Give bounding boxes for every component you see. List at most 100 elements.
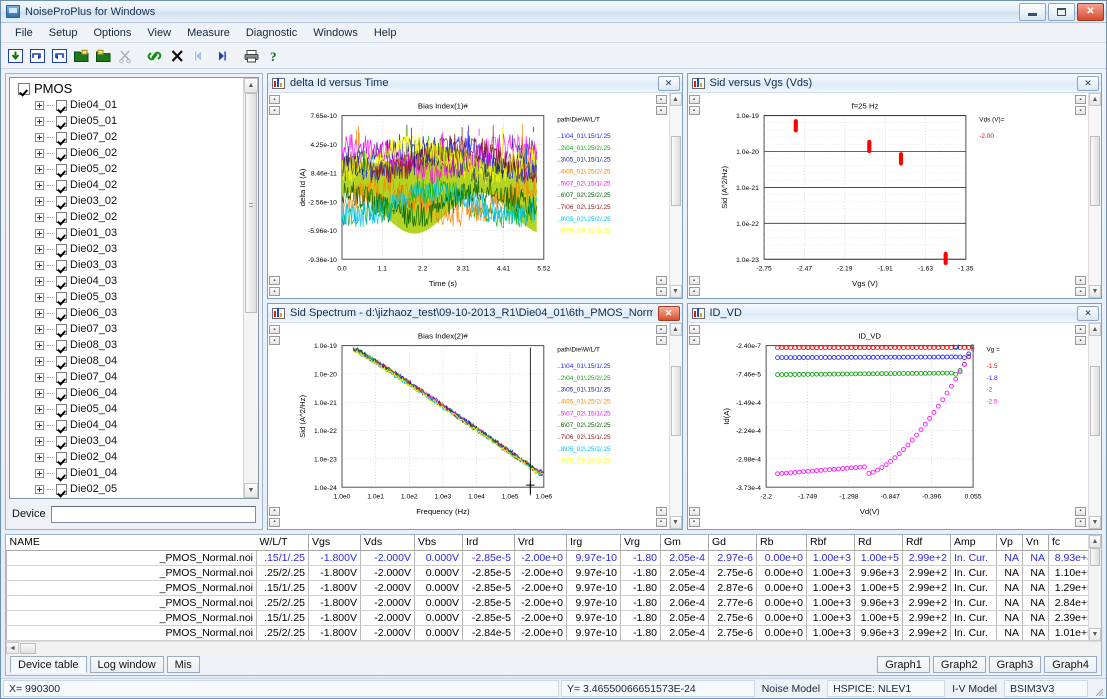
tree-item-die04_01[interactable]: Die04_01 xyxy=(13,97,243,113)
tab-device-table[interactable]: Device table xyxy=(10,656,87,673)
table-cell[interactable]: 1.01e+5 xyxy=(1049,626,1089,641)
table-col-fc[interactable]: fc xyxy=(1049,535,1089,551)
table-cell[interactable]: 1.00e+5 xyxy=(855,551,903,566)
tree-expander-icon[interactable] xyxy=(35,469,44,478)
chart3-close-button[interactable]: ✕ xyxy=(658,306,680,321)
table-cell[interactable]: -1.800V xyxy=(309,581,361,596)
table-cell[interactable]: -2.000V xyxy=(361,596,415,611)
table-cell[interactable]: -1.800V xyxy=(309,626,361,641)
table-cell[interactable]: 0.000V xyxy=(415,566,463,581)
chart2-scroll-up-icon[interactable]: ▲ xyxy=(1089,93,1101,106)
tree-item-checkbox[interactable] xyxy=(56,308,67,319)
table-col-vds[interactable]: Vds xyxy=(361,535,415,551)
chart2-vertical-scrollbar[interactable]: ▲ ▼ xyxy=(1088,93,1101,298)
table-cell[interactable]: -2.000V xyxy=(361,551,415,566)
table-cell[interactable]: -1.800V xyxy=(309,611,361,626)
tree-item-checkbox[interactable] xyxy=(56,292,67,303)
table-cell[interactable]: 1.00e+3 xyxy=(807,551,855,566)
tree-item-checkbox[interactable] xyxy=(56,276,67,287)
table-cell[interactable]: 9.97e-10 xyxy=(567,551,621,566)
tree-expander-icon[interactable] xyxy=(35,309,44,318)
table-cell[interactable]: -1.800V xyxy=(309,551,361,566)
graph4-button[interactable]: Graph4 xyxy=(1044,656,1097,673)
tree-item-checkbox[interactable] xyxy=(56,228,67,239)
table-cell[interactable]: -2.85e-5 xyxy=(463,611,515,626)
chart3-xright-down-button[interactable]: ▪ xyxy=(656,336,667,345)
table-cell[interactable]: NA xyxy=(997,596,1023,611)
chart1-ybot-up-button[interactable]: ▪ xyxy=(269,276,280,285)
tree-item-die04_04[interactable]: Die04_04 xyxy=(13,417,243,433)
tree-item-checkbox[interactable] xyxy=(56,484,67,495)
table-col-rdf[interactable]: Rdf xyxy=(903,535,951,551)
table-cell[interactable]: 2.99e+2 xyxy=(903,611,951,626)
table-cell[interactable]: 8.93e+4 xyxy=(1049,551,1089,566)
cut-icon[interactable] xyxy=(115,45,136,66)
table-cell[interactable]: 0.00e+0 xyxy=(757,566,807,581)
table-cell[interactable]: NA xyxy=(997,611,1023,626)
table-cell[interactable]: 9.97e-10 xyxy=(567,581,621,596)
table-col-ird[interactable]: Ird xyxy=(463,535,515,551)
table-cell[interactable]: NA xyxy=(997,626,1023,641)
tree-item-die01_03[interactable]: Die01_03 xyxy=(13,225,243,241)
table-cell[interactable]: 1.00e+3 xyxy=(807,581,855,596)
tree-item-die05_03[interactable]: Die05_03 xyxy=(13,289,243,305)
tree-item-checkbox[interactable] xyxy=(56,404,67,415)
table-cell-name[interactable]: _PMOS_Normal.noi xyxy=(7,596,257,611)
table-cell[interactable]: -2.85e-5 xyxy=(463,596,515,611)
delete-icon[interactable] xyxy=(167,45,188,66)
table-cell[interactable]: 1.00e+5 xyxy=(855,611,903,626)
table-cell[interactable]: NA xyxy=(1023,611,1049,626)
table-cell[interactable]: 2.06e-4 xyxy=(661,596,709,611)
table-col-rb[interactable]: Rb xyxy=(757,535,807,551)
table-cell[interactable]: -2.00e+0 xyxy=(515,551,567,566)
chart4-ytop-down-button[interactable]: ▪ xyxy=(689,336,700,345)
device-table[interactable]: NAMEW/L/TVgsVdsVbsIrdVrdIrgVrgGmGdRbRbfR… xyxy=(6,535,1088,642)
table-cell[interactable]: 2.39e+5 xyxy=(1049,611,1089,626)
table-col-w-l-t[interactable]: W/L/T xyxy=(257,535,309,551)
tree-expander-icon[interactable] xyxy=(35,453,44,462)
chart1-xright-up-button[interactable]: ▪ xyxy=(656,95,667,104)
chart2-xleft-down-button[interactable]: ▪ xyxy=(1075,287,1086,296)
tree-expander-icon[interactable] xyxy=(35,133,44,142)
table-col-irg[interactable]: Irg xyxy=(567,535,621,551)
menu-diagnostic[interactable]: Diagnostic xyxy=(238,25,305,41)
chart1-scroll-up-icon[interactable]: ▲ xyxy=(670,93,682,106)
tree-item-checkbox[interactable] xyxy=(56,324,67,335)
tree-item-die03_03[interactable]: Die03_03 xyxy=(13,257,243,273)
tree-item-checkbox[interactable] xyxy=(56,100,67,111)
chart1-scroll-track[interactable] xyxy=(670,106,682,285)
chart1-ytop-down-button[interactable]: ▪ xyxy=(269,106,280,115)
chart3-xright-up-button[interactable]: ▪ xyxy=(656,325,667,334)
table-cell[interactable]: -1.80 xyxy=(621,551,661,566)
tree-expander-icon[interactable] xyxy=(35,341,44,350)
table-row[interactable]: PMOS_Normal.noi.25/2/.25-1.800V-2.000V0.… xyxy=(7,626,1089,641)
table-cell[interactable]: NA xyxy=(997,551,1023,566)
table-row[interactable]: _PMOS_Normal.noi.15/1/.25-1.800V-2.000V0… xyxy=(7,581,1089,596)
tree-scroll-down-icon[interactable]: ▼ xyxy=(244,483,258,498)
table-cell[interactable]: 1.29e+5 xyxy=(1049,581,1089,596)
chart1-xright-down-button[interactable]: ▪ xyxy=(656,106,667,115)
chart4-scroll-track[interactable] xyxy=(1089,336,1101,515)
chart1-plot[interactable]: Bias Index(1)#Time (s)delta Id (A)0.01.1… xyxy=(282,93,655,298)
table-cell[interactable]: -2.85e-5 xyxy=(463,566,515,581)
table-cell[interactable]: -1.80 xyxy=(621,566,661,581)
chart2-ybot-up-button[interactable]: ▪ xyxy=(689,276,700,285)
chart4-ybot-up-button[interactable]: ▪ xyxy=(689,507,700,516)
next-icon[interactable] xyxy=(211,45,232,66)
chart2-xright-down-button[interactable]: ▪ xyxy=(1075,106,1086,115)
tree-item-checkbox[interactable] xyxy=(56,356,67,367)
device-tree[interactable]: PMOS Die04_01Die05_01Die07_02Die06_02Die… xyxy=(10,78,243,498)
table-cell[interactable]: NA xyxy=(1023,626,1049,641)
tree-scroll-up-icon[interactable]: ▲ xyxy=(244,78,258,93)
tree-expander-icon[interactable] xyxy=(35,485,44,494)
tree-item-die07_02[interactable]: Die07_02 xyxy=(13,129,243,145)
table-col-name[interactable]: NAME xyxy=(7,535,257,551)
chart2-ytop-down-button[interactable]: ▪ xyxy=(689,106,700,115)
tree-item-checkbox[interactable] xyxy=(56,196,67,207)
table-cell[interactable]: -2.000V xyxy=(361,581,415,596)
chart2-close-button[interactable]: ✕ xyxy=(1077,76,1099,91)
table-cell[interactable]: In. Cur. xyxy=(951,626,997,641)
table-cell[interactable]: .15/1/.25 xyxy=(257,551,309,566)
tree-item-die07_04[interactable]: Die07_04 xyxy=(13,369,243,385)
tree-item-checkbox[interactable] xyxy=(56,116,67,127)
